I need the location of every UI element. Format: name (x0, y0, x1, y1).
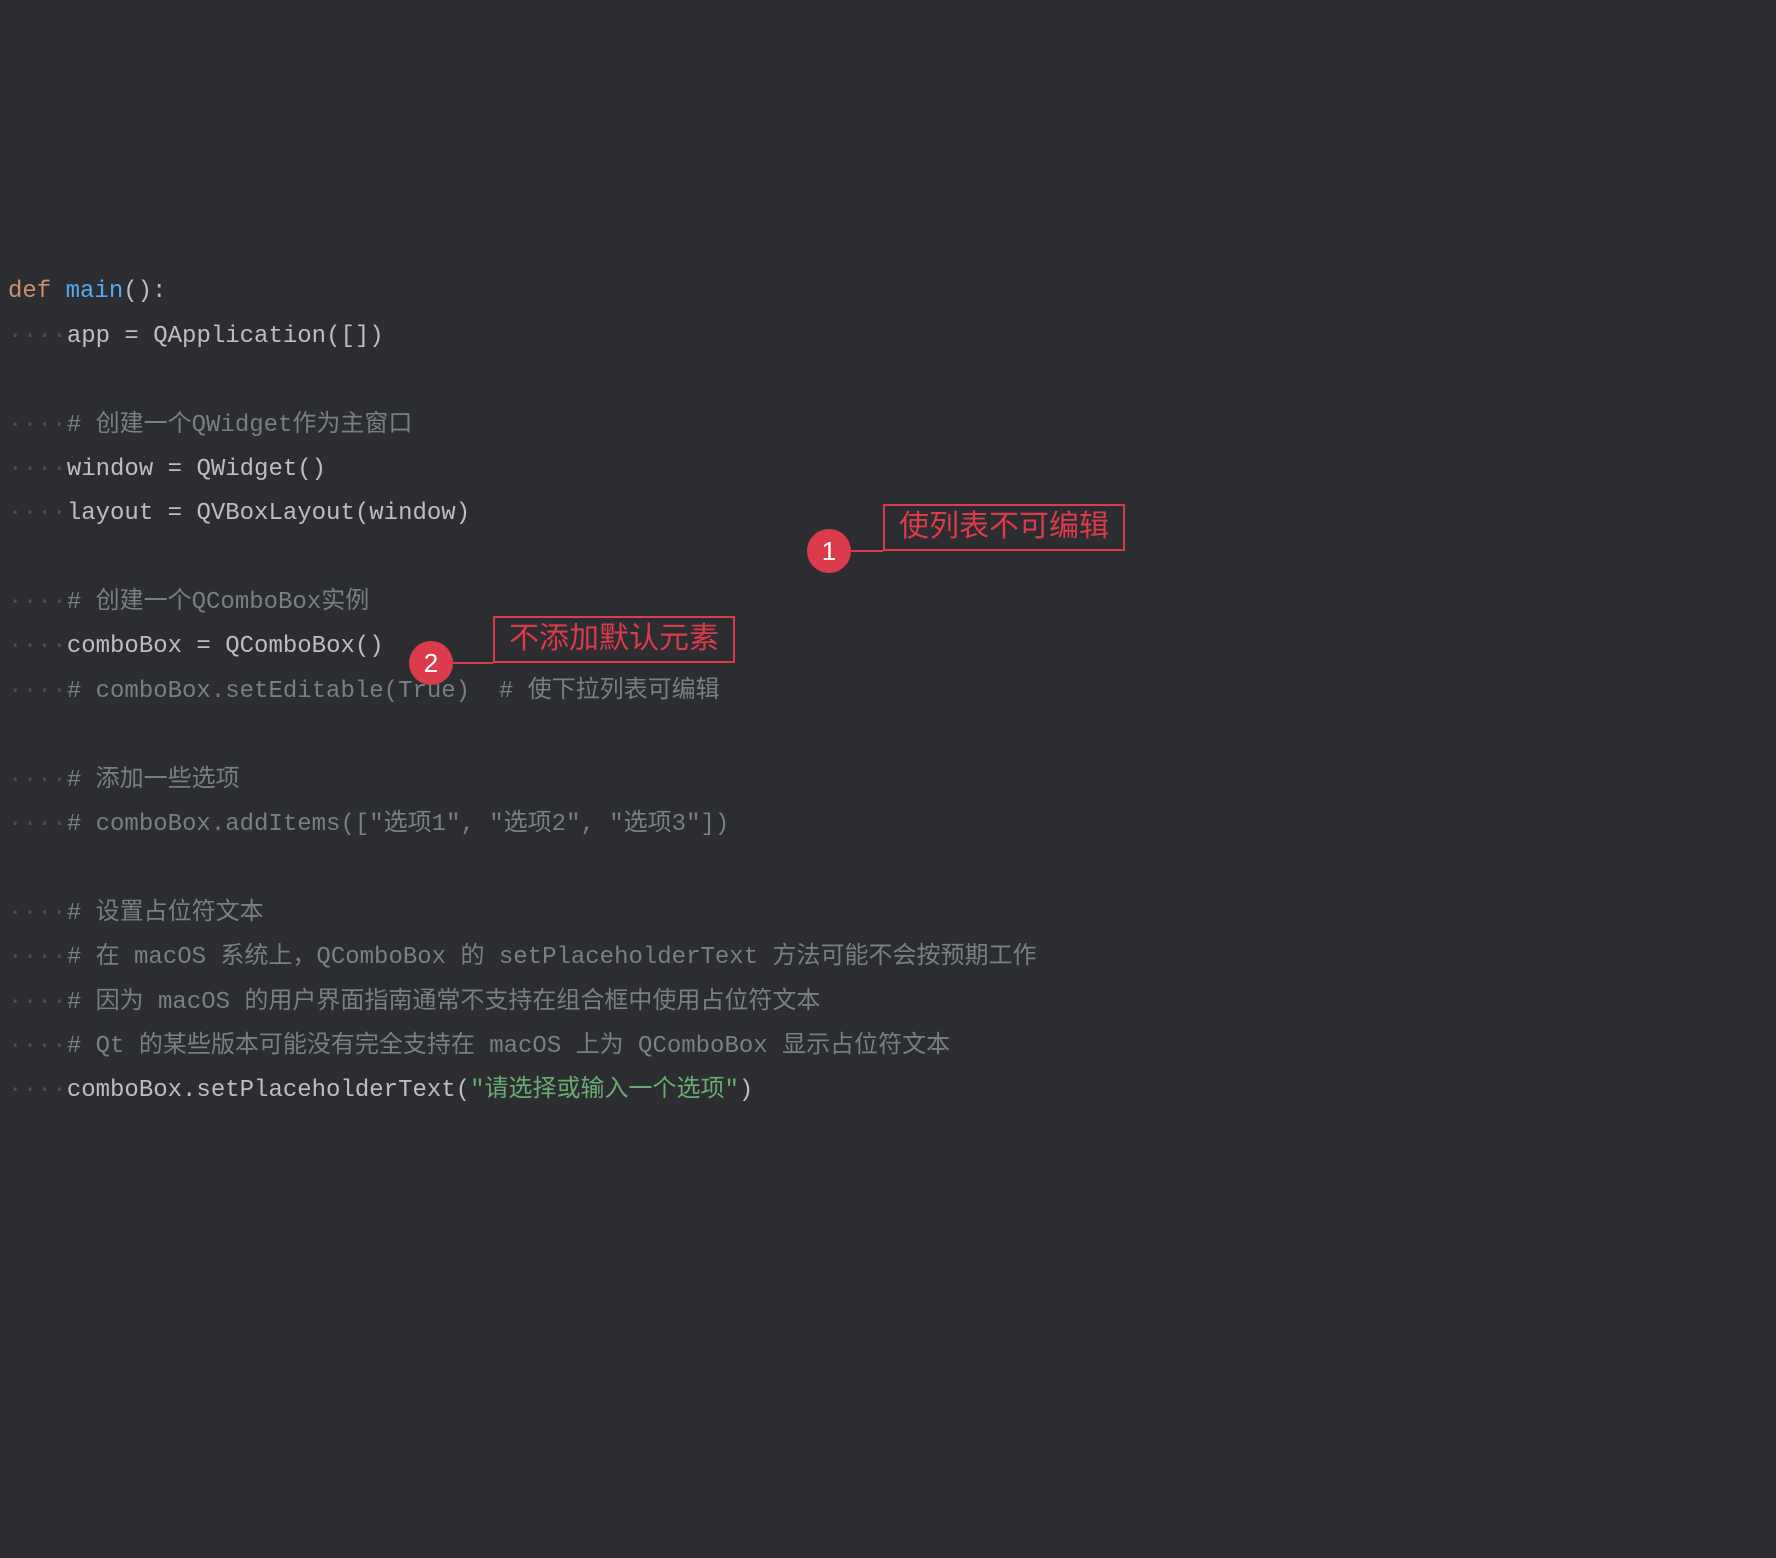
code-line[interactable]: ····window = QWidget() (8, 448, 1776, 492)
code-line[interactable]: ····# 添加一些选项 (8, 759, 1776, 803)
annotation-text-1: 使列表不可编辑 (883, 504, 1125, 551)
code-line[interactable] (8, 847, 1776, 891)
code-editor[interactable]: def main():····app = QApplication([]) ··… (8, 182, 1776, 1336)
annotation-2: 2 不添加默认元素 (409, 641, 735, 685)
annotation-badge-1: 1 (807, 529, 851, 573)
annotation-connector-1 (851, 550, 883, 552)
code-line[interactable]: def main(): (8, 270, 1776, 314)
code-line[interactable]: ····# 因为 macOS 的用户界面指南通常不支持在组合框中使用占位符文本 (8, 981, 1776, 1025)
code-line[interactable]: ····# comboBox.setEditable(True) # 使下拉列表… (8, 670, 1776, 714)
annotation-text-2: 不添加默认元素 (493, 616, 735, 663)
code-line[interactable]: ····# comboBox.addItems(["选项1", "选项2", "… (8, 803, 1776, 847)
code-line[interactable]: ····# 创建一个QComboBox实例 (8, 581, 1776, 625)
annotation-badge-2: 2 (409, 641, 453, 685)
code-line[interactable]: ····# 创建一个QWidget作为主窗口 (8, 404, 1776, 448)
annotation-connector-2 (453, 662, 493, 664)
code-line[interactable]: ····# Qt 的某些版本可能没有完全支持在 macOS 上为 QComboB… (8, 1025, 1776, 1069)
code-line[interactable]: ····# 设置占位符文本 (8, 892, 1776, 936)
annotation-1: 1 使列表不可编辑 (807, 529, 1125, 573)
code-line[interactable]: ····app = QApplication([]) (8, 315, 1776, 359)
code-line[interactable] (8, 714, 1776, 758)
code-line[interactable] (8, 359, 1776, 403)
code-line[interactable]: ····comboBox = QComboBox() (8, 625, 1776, 669)
code-line[interactable]: ····comboBox.setPlaceholderText("请选择或输入一… (8, 1069, 1776, 1113)
code-line[interactable]: ····# 在 macOS 系统上，QComboBox 的 setPlaceho… (8, 936, 1776, 980)
